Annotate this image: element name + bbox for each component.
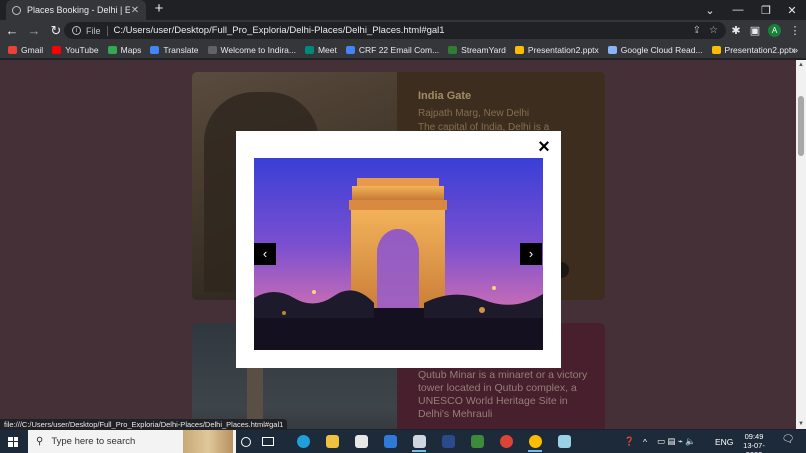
chrome-active-icon[interactable] xyxy=(525,431,545,452)
bookmark-favicon-icon xyxy=(207,45,217,54)
bookmark-item[interactable]: Meet xyxy=(304,44,337,55)
extensions-icon[interactable]: ✱ xyxy=(727,20,745,41)
bookmark-item[interactable]: Maps xyxy=(107,44,142,55)
web-page: India Gate Rajpath Marg, New Delhi The c… xyxy=(0,60,796,429)
gallery-image: ‹ › xyxy=(254,158,543,350)
globe-icon xyxy=(12,5,21,15)
bookmark-star-icon[interactable]: ☆ xyxy=(709,25,718,36)
tab-close-button[interactable]: ✕ xyxy=(130,5,140,16)
bookmark-item[interactable]: YouTube xyxy=(52,44,99,55)
edge-icon[interactable] xyxy=(293,431,313,452)
start-button[interactable] xyxy=(0,430,26,453)
minimize-button[interactable]: — xyxy=(724,0,752,20)
app-icon-3[interactable] xyxy=(467,431,487,452)
bookmark-label: Translate xyxy=(163,44,199,55)
bookmark-favicon-icon xyxy=(607,45,617,54)
scrollbar-thumb[interactable] xyxy=(798,96,804,156)
gallery-prev-button[interactable]: ‹ xyxy=(254,243,276,265)
info-icon[interactable]: i xyxy=(72,26,81,35)
status-bubble: file:///C:/Users/user/Desktop/Full_Pro_E… xyxy=(0,419,288,430)
scroll-down-icon[interactable]: ▼ xyxy=(796,419,806,429)
bookmark-item[interactable]: Presentation2.pptx xyxy=(711,44,796,55)
bookmark-item[interactable]: Translate xyxy=(150,44,199,55)
bookmark-label: Google Cloud Read... xyxy=(620,44,703,55)
task-view-icon[interactable] xyxy=(258,431,278,452)
bookmark-item[interactable]: Gmail xyxy=(8,45,43,55)
menu-icon[interactable]: ⋮ xyxy=(786,20,804,41)
bookmark-item[interactable]: Presentation2.pptx xyxy=(514,44,599,55)
bookmark-label: Presentation2.pptx xyxy=(724,44,796,55)
tray-icons[interactable]: ▭ ▤ ⌁ 🔈 xyxy=(657,430,696,453)
clock-date: 13-07-2022 xyxy=(743,441,765,453)
notification-icon[interactable]: 🗨 xyxy=(781,434,795,448)
page-scrollbar[interactable]: ▲ ▼ xyxy=(796,60,806,429)
bookmark-item[interactable]: CRF 22 Email Com... xyxy=(345,44,440,55)
bookmark-favicon-icon xyxy=(107,45,117,54)
side-panel-icon[interactable]: ▣ xyxy=(746,20,764,41)
bookmark-label: YouTube xyxy=(65,44,99,55)
bookmark-favicon-icon xyxy=(448,45,458,54)
bookmark-favicon-icon xyxy=(711,45,721,54)
url-text[interactable]: C:/Users/user/Desktop/Full_Pro_Exploria/… xyxy=(114,25,685,36)
bookmark-favicon-icon xyxy=(8,45,17,54)
share-icon[interactable]: ⇪ xyxy=(693,25,701,36)
gallery-next-button[interactable]: › xyxy=(520,243,542,265)
restore-button[interactable]: ❐ xyxy=(752,0,780,20)
cortana-icon[interactable] xyxy=(236,431,256,452)
mail-icon[interactable] xyxy=(380,431,400,452)
bookmarks-bar: Gmail YouTube Maps Translate Welcome to Indi… xyxy=(0,41,806,59)
language-indicator[interactable]: ENG xyxy=(715,430,733,453)
address-bar[interactable]: i File C:/Users/user/Desktop/Full_Pro_Ex… xyxy=(64,22,726,39)
tab-title: Places Booking - Delhi | Exploria xyxy=(27,5,130,15)
tab-search-icon[interactable]: ⌄ xyxy=(696,0,724,20)
store-icon[interactable] xyxy=(351,431,371,452)
bookmark-item[interactable]: StreamYard xyxy=(448,45,506,55)
bookmark-label: CRF 22 Email Com... xyxy=(358,44,440,55)
close-modal-button[interactable]: × xyxy=(534,137,554,157)
forward-icon[interactable]: → xyxy=(24,21,44,41)
reload-icon[interactable]: ↻ xyxy=(46,21,66,41)
bookmark-label: Maps xyxy=(120,44,142,55)
bookmark-label: Welcome to Indira... xyxy=(220,44,296,55)
url-scheme: File xyxy=(86,25,108,36)
bookmark-favicon-icon xyxy=(514,45,524,54)
profile-avatar[interactable]: A xyxy=(768,24,781,37)
bookmark-favicon-icon xyxy=(150,45,160,54)
bookmark-favicon-icon xyxy=(345,45,355,54)
app-icon-1[interactable] xyxy=(409,431,429,452)
gallery-modal: × ‹ › xyxy=(236,131,561,368)
bookmark-item[interactable]: Google Cloud Read... xyxy=(607,44,703,55)
tab-strip: Places Booking - Delhi | Exploria ✕ + ⌄ … xyxy=(0,0,806,20)
windows-logo-icon xyxy=(8,436,18,447)
new-tab-button[interactable]: + xyxy=(152,1,166,16)
search-highlight-image xyxy=(183,430,233,453)
bookmark-label: Meet xyxy=(317,44,337,55)
system-clock[interactable]: 09:49 13-07-2022 xyxy=(736,432,772,453)
bookmark-item[interactable]: Welcome to Indira... xyxy=(207,44,296,55)
taskbar-search[interactable]: ⚲ Type here to search xyxy=(28,430,236,453)
chrome-icon[interactable] xyxy=(496,431,516,452)
bookmark-label: Presentation2.pptx xyxy=(527,44,599,55)
back-icon[interactable]: ← xyxy=(2,21,22,41)
bookmark-favicon-icon xyxy=(304,45,314,54)
app-icon-4[interactable] xyxy=(554,431,574,452)
bookmark-label: Gmail xyxy=(21,44,44,55)
help-icon[interactable]: ❓ xyxy=(624,430,635,453)
show-hidden-icons[interactable]: ^ xyxy=(643,430,647,453)
search-icon: ⚲ xyxy=(36,436,44,447)
clock-time: 09:49 xyxy=(744,432,764,441)
close-window-button[interactable]: ✕ xyxy=(778,0,806,20)
bookmark-label: StreamYard xyxy=(461,44,506,55)
india-gate-image xyxy=(254,158,543,350)
browser-tab[interactable]: Places Booking - Delhi | Exploria ✕ xyxy=(6,0,146,20)
search-placeholder: Type here to search xyxy=(51,436,136,447)
scroll-up-icon[interactable]: ▲ xyxy=(796,60,806,70)
app-icon-2[interactable] xyxy=(438,431,458,452)
file-explorer-icon[interactable] xyxy=(322,431,342,452)
bookmarks-more-icon[interactable]: » xyxy=(793,41,798,59)
bookmark-favicon-icon xyxy=(52,45,62,54)
